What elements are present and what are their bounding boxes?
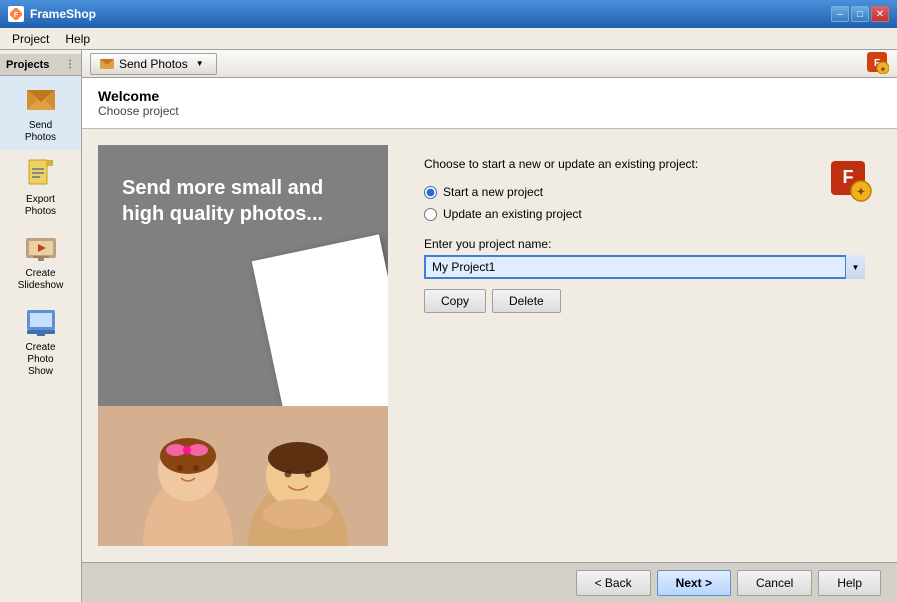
welcome-panel: Welcome Choose project Send more small a… [82,78,897,562]
sidebar-title: Projects [6,59,49,71]
copy-button[interactable]: Copy [424,289,486,313]
title-bar: F FrameShop – □ ✕ [0,0,897,28]
menu-help[interactable]: Help [57,30,98,48]
radio-group: Start a new project Update an existing p… [424,185,865,221]
sidebar: Projects ⋮ SendPhotos [0,50,82,602]
back-button[interactable]: < Back [576,570,651,596]
export-photos-icon [23,156,59,192]
welcome-header: Welcome Choose project [82,78,897,129]
radio-existing-project-input[interactable] [424,208,437,221]
app-title: FrameShop [30,7,96,21]
paper-overlay [252,234,388,427]
project-name-wrapper: My Project1 ▼ [424,255,865,279]
kids-photo [98,406,388,546]
form-question: Choose to start a new or update an exist… [424,157,865,171]
topbar-logo: F ★ [865,50,889,77]
welcome-subtitle: Choose project [98,104,881,118]
radio-new-project-input[interactable] [424,186,437,199]
app-icon: F [8,6,24,22]
form-panel: F ✦ Choose to start a new or update an e… [408,145,881,546]
sidebar-item-create-photo-show[interactable]: CreatePhotoShow [0,298,81,384]
sidebar-label-create-slideshow: CreateSlideshow [18,268,64,292]
photo-preview: Send more small and high quality photos.… [98,145,388,546]
window-controls: – □ ✕ [831,6,889,22]
sidebar-label-export-photos: ExportPhotos [25,194,56,218]
svg-text:★: ★ [880,66,886,73]
project-name-label: Enter you project name: [424,237,865,251]
bottom-bar: < Back Next > Cancel Help [82,562,897,602]
radio-new-project[interactable]: Start a new project [424,185,865,199]
action-buttons: Copy Delete [424,289,865,313]
sidebar-item-export-photos[interactable]: ExportPhotos [0,150,81,224]
sidebar-item-send-photos[interactable]: SendPhotos [0,76,81,150]
minimize-button[interactable]: – [831,6,849,22]
welcome-body: Send more small and high quality photos.… [82,129,897,562]
maximize-button[interactable]: □ [851,6,869,22]
sidebar-grip: ⋮ [65,59,75,70]
delete-button[interactable]: Delete [492,289,561,313]
title-bar-left: F FrameShop [8,6,96,22]
sidebar-item-create-slideshow[interactable]: CreateSlideshow [0,224,81,298]
create-photo-show-icon [23,304,59,340]
main-container: Projects ⋮ SendPhotos [0,50,897,602]
svg-text:F: F [843,167,854,187]
corner-logo: F ✦ [823,153,873,206]
send-photos-dropdown-label: Send Photos [119,57,188,71]
sidebar-header: Projects ⋮ [0,54,81,76]
cancel-button[interactable]: Cancel [737,570,812,596]
svg-text:✦: ✦ [857,187,865,198]
content-topbar: Send Photos F ★ [82,50,897,78]
help-button[interactable]: Help [818,570,881,596]
welcome-title: Welcome [98,88,881,104]
preview-text: Send more small and high quality photos.… [98,145,388,227]
sidebar-label-create-photo-show: CreatePhotoShow [25,342,55,378]
send-photos-dropdown[interactable]: Send Photos [90,53,217,75]
menu-bar: Project Help [0,28,897,50]
radio-existing-project-label: Update an existing project [443,207,582,221]
send-photos-icon [23,82,59,118]
close-button[interactable]: ✕ [871,6,889,22]
create-slideshow-icon [23,230,59,266]
menu-project[interactable]: Project [4,30,57,48]
svg-text:F: F [14,12,19,19]
sidebar-label-send-photos: SendPhotos [25,120,56,144]
send-photos-dropdown-icon [99,56,115,72]
kids-illustration [98,406,388,546]
next-button[interactable]: Next > [657,570,731,596]
topbar-left: Send Photos [90,53,217,75]
radio-existing-project[interactable]: Update an existing project [424,207,865,221]
project-name-select[interactable]: My Project1 [424,255,865,279]
content-area: Send Photos F ★ Welcome Choose project [82,50,897,602]
radio-new-project-label: Start a new project [443,185,543,199]
